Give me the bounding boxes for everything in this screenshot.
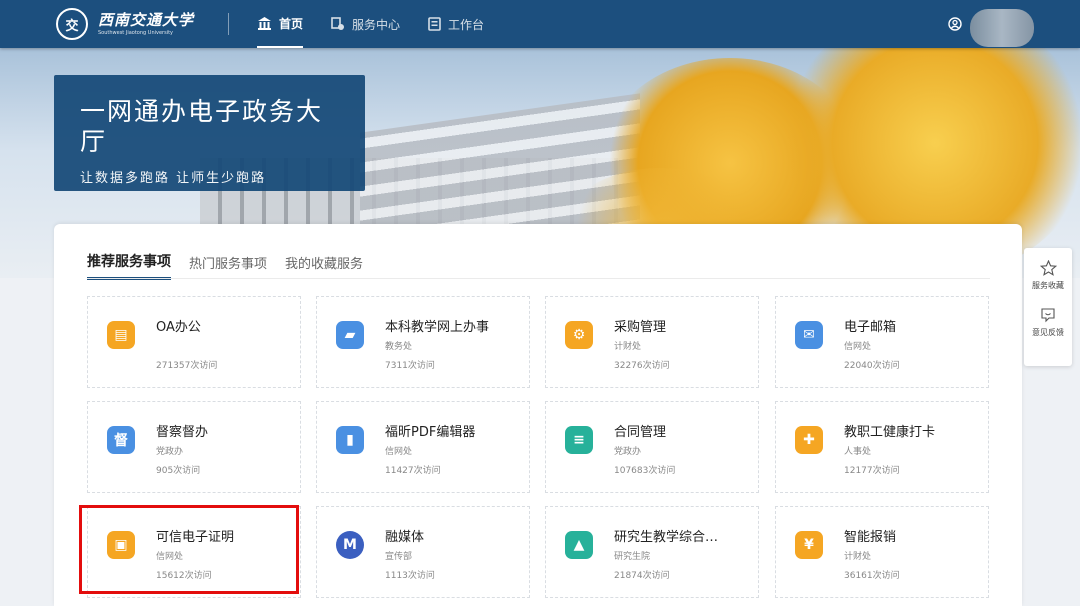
health-icon: ✚ xyxy=(795,426,823,454)
service-name: OA办公 xyxy=(156,320,201,335)
hero-title: 一网通办电子政务大厅 xyxy=(80,97,324,156)
media-icon: M xyxy=(336,531,364,559)
tab-divider xyxy=(87,278,990,279)
service-department: 研究生院 xyxy=(614,552,651,562)
service-card[interactable]: ▤ OA办公 271357次访问 xyxy=(87,296,301,388)
logo-english-name: Southwest Jiaotong University xyxy=(98,29,174,36)
service-visits: 107683次访问 xyxy=(614,466,676,476)
service-department: 党政办 xyxy=(614,447,642,457)
service-name: 合同管理 xyxy=(614,425,667,440)
service-card[interactable]: ▮ 福昕PDF编辑器信网处 11427次访问 xyxy=(316,401,530,493)
service-name: 福昕PDF编辑器 xyxy=(385,425,476,440)
feedback-button[interactable]: 意见反馈 xyxy=(1024,307,1072,338)
service-department: 计财处 xyxy=(614,342,642,352)
service-name: 本科教学网上办事 xyxy=(385,320,490,335)
service-card[interactable]: ▰ 本科教学网上办事教务处 7311次访问 xyxy=(316,296,530,388)
service-visits: 1113次访问 xyxy=(385,571,435,581)
service-name: 督察督办 xyxy=(156,425,209,440)
service-name: 教职工健康打卡 xyxy=(844,425,936,440)
service-card[interactable]: ✚ 教职工健康打卡人事处 12177次访问 xyxy=(775,401,989,493)
university-logo[interactable]: 交 西南交通大学 Southwest Jiaotong University xyxy=(56,8,194,40)
service-visits: 11427次访问 xyxy=(385,466,441,476)
feedback-icon xyxy=(1041,308,1055,323)
logo-text: 西南交通大学 Southwest Jiaotong University xyxy=(98,10,195,36)
service-card[interactable]: 督 督察督办党政办 905次访问 xyxy=(87,401,301,493)
service-name: 融媒体 xyxy=(385,530,425,545)
top-navigation-bar: 交 西南交通大学 Southwest Jiaotong University 首… xyxy=(0,0,1080,48)
favorites-button[interactable]: 服务收藏 xyxy=(1024,260,1072,291)
oa-icon: ▤ xyxy=(107,321,135,349)
service-name: 采购管理 xyxy=(614,320,667,335)
graduate-icon: ▲ xyxy=(565,531,593,559)
floating-toolbar: 服务收藏 意见反馈 xyxy=(1024,248,1072,366)
service-visits: 36161次访问 xyxy=(844,571,900,581)
nav-service-center[interactable]: 服务中心 xyxy=(331,0,400,48)
service-name: 电子邮箱 xyxy=(844,320,897,335)
nav-home-label: 首页 xyxy=(279,16,304,31)
service-visits: 12177次访问 xyxy=(844,466,900,476)
university-seal-icon: 交 xyxy=(56,8,88,40)
nav-service-label: 服务中心 xyxy=(352,17,401,32)
service-card[interactable]: ✉ 电子邮箱信网处 22040次访问 xyxy=(775,296,989,388)
reimburse-icon: ¥ xyxy=(795,531,823,559)
logo-chinese-name: 西南交通大学 xyxy=(98,10,195,29)
hero-title-card: 一网通办电子政务大厅 让数据多跑路 让师生少跑路 xyxy=(54,75,365,191)
service-card[interactable]: M 融媒体宣传部 1113次访问 xyxy=(316,506,530,598)
service-name: 可信电子证明 xyxy=(156,530,235,545)
hero-subtitle: 让数据多跑路 让师生少跑路 xyxy=(80,171,267,186)
workbench-icon xyxy=(428,17,441,31)
service-visits: 32276次访问 xyxy=(614,361,670,371)
favorites-label: 服务收藏 xyxy=(1032,281,1064,290)
service-department: 党政办 xyxy=(156,447,184,457)
tab-favorites[interactable]: 我的收藏服务 xyxy=(285,253,363,280)
nav-workbench-label: 工作台 xyxy=(448,17,485,32)
service-department: 宣传部 xyxy=(385,552,413,562)
user-avatar[interactable] xyxy=(970,9,1034,47)
service-department: 计财处 xyxy=(844,552,872,562)
mail-icon: ✉ xyxy=(795,321,823,349)
service-icon xyxy=(331,17,345,30)
service-department: 信网处 xyxy=(156,552,184,562)
service-card[interactable]: ≡ 合同管理党政办 107683次访问 xyxy=(545,401,759,493)
star-icon xyxy=(1039,260,1057,276)
home-icon xyxy=(258,17,272,30)
service-visits: 15612次访问 xyxy=(156,571,212,581)
service-department: 教务处 xyxy=(385,342,413,352)
service-visits: 271357次访问 xyxy=(156,361,218,371)
service-card[interactable]: ¥ 智能报销计财处 36161次访问 xyxy=(775,506,989,598)
service-department: 人事处 xyxy=(844,447,872,457)
certificate-icon: ▣ xyxy=(107,531,135,559)
service-card[interactable]: ▲ 研究生教学综合… 研究生院 21874次访问 xyxy=(545,506,759,598)
nav-workbench[interactable]: 工作台 xyxy=(428,0,484,48)
service-visits: 21874次访问 xyxy=(614,571,670,581)
pdf-icon: ▮ xyxy=(336,426,364,454)
service-card[interactable]: ▣ 可信电子证明信网处 15612次访问 xyxy=(87,506,301,598)
service-visits: 22040次访问 xyxy=(844,361,900,371)
user-icon[interactable] xyxy=(948,17,962,31)
service-tabs: 推荐服务事项 热门服务事项 我的收藏服务 xyxy=(87,251,381,280)
service-visits: 7311次访问 xyxy=(385,361,435,371)
service-visits: 905次访问 xyxy=(156,466,201,476)
nav-divider xyxy=(228,13,230,35)
service-department: 信网处 xyxy=(385,447,413,457)
supervision-icon: 督 xyxy=(107,426,135,454)
nav-home[interactable]: 首页 xyxy=(257,0,304,48)
feedback-label: 意见反馈 xyxy=(1032,328,1064,337)
folder-icon: ▰ xyxy=(336,321,364,349)
procurement-icon: ⚙ xyxy=(565,321,593,349)
service-department: 信网处 xyxy=(844,342,872,352)
tab-popular[interactable]: 热门服务事项 xyxy=(189,253,267,280)
contract-icon: ≡ xyxy=(565,426,593,454)
service-name: 研究生教学综合… xyxy=(614,530,719,545)
tab-recommended[interactable]: 推荐服务事项 xyxy=(87,251,171,280)
service-card[interactable]: ⚙ 采购管理计财处 32276次访问 xyxy=(545,296,759,388)
service-name: 智能报销 xyxy=(844,530,897,545)
